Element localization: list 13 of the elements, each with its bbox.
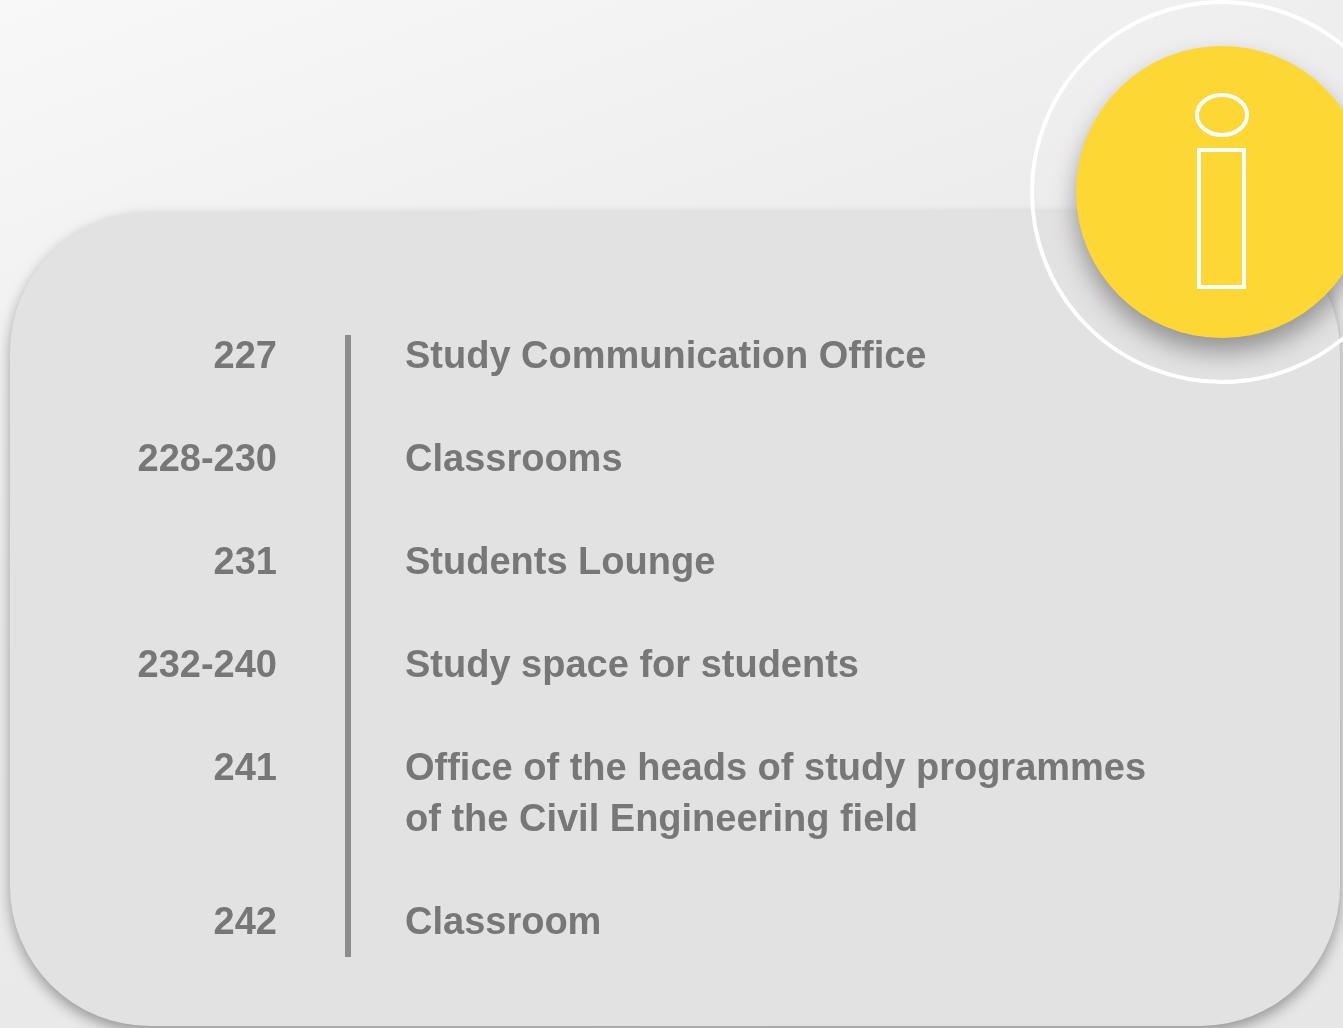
room-number: 241 — [212, 745, 277, 790]
room-description: Study space for students — [405, 642, 860, 687]
room-number: 232-240 — [136, 642, 277, 687]
room-number: 231 — [212, 539, 277, 584]
room-number: 227 — [212, 333, 277, 378]
room-description: Classroom — [405, 899, 603, 944]
room-number: 242 — [212, 899, 277, 944]
room-number: 228-230 — [136, 436, 277, 481]
info-icon — [1194, 92, 1250, 292]
room-description: Office of the heads of study programmes of the Civil Engineering field — [405, 745, 1148, 841]
room-description: Classrooms — [405, 436, 624, 481]
room-description: Students Lounge — [405, 539, 717, 584]
room-description: Study Communication Office — [405, 333, 928, 378]
